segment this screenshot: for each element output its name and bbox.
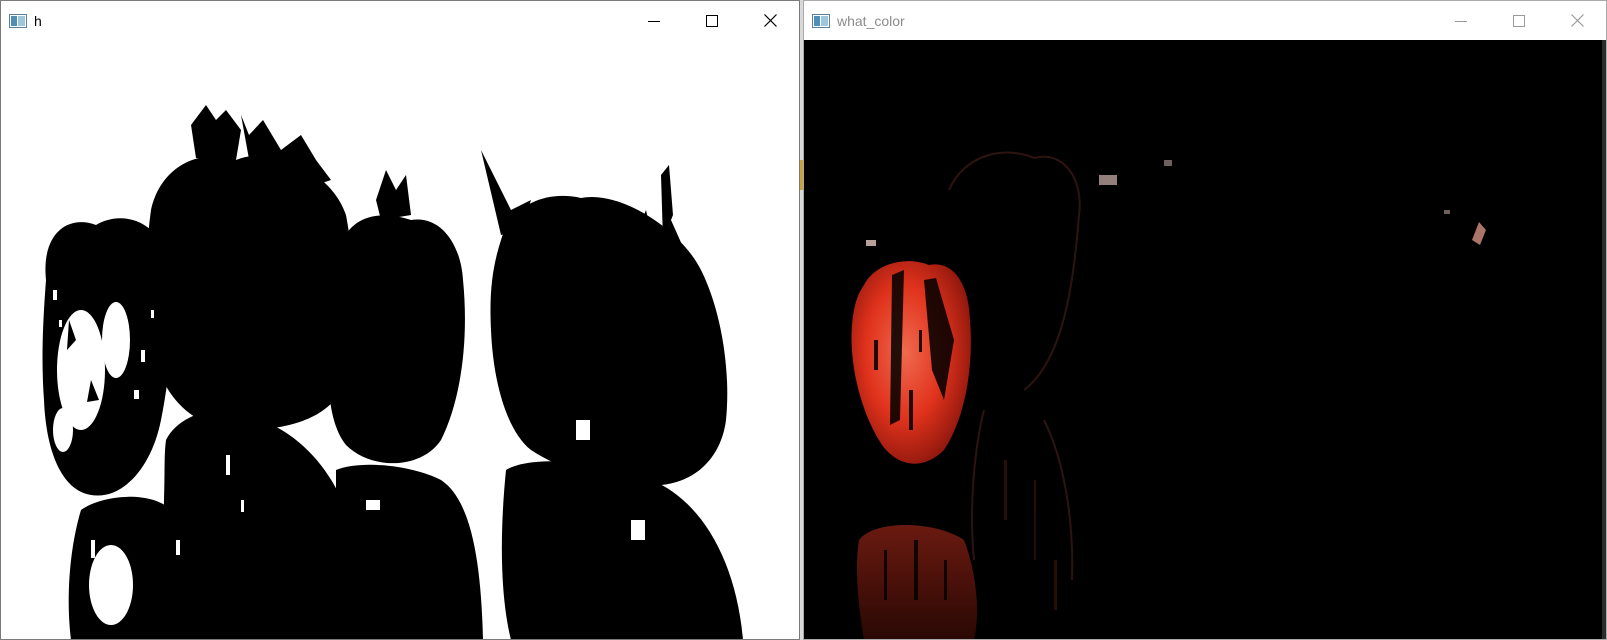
window-title: what_color: [837, 12, 905, 29]
color-mask-canvas: [804, 40, 1606, 639]
window-what-color[interactable]: what_color: [803, 0, 1607, 640]
window-controls: [1432, 1, 1606, 40]
close-icon: [763, 14, 777, 27]
window-h[interactable]: h: [0, 0, 800, 640]
threshold-image-canvas: [1, 40, 799, 639]
minimize-button[interactable]: [1432, 1, 1490, 40]
minimize-icon: [648, 20, 660, 22]
titlebar-h[interactable]: h: [1, 1, 799, 40]
minimize-icon: [1455, 20, 1467, 22]
desktop: h what_color: [0, 0, 1607, 640]
titlebar-what-color[interactable]: what_color: [804, 1, 1606, 40]
maximize-button[interactable]: [1490, 1, 1548, 40]
close-icon: [1570, 14, 1584, 27]
close-button[interactable]: [741, 1, 799, 40]
minimize-button[interactable]: [625, 1, 683, 40]
color-mask-image: [804, 40, 1606, 639]
window-controls: [625, 1, 799, 40]
maximize-icon: [706, 14, 718, 27]
maximize-button[interactable]: [683, 1, 741, 40]
close-button[interactable]: [1548, 1, 1606, 40]
maximize-icon: [1513, 14, 1525, 27]
opencv-window-icon: [9, 13, 27, 28]
window-border-right: [1602, 40, 1606, 639]
opencv-window-icon: [812, 13, 830, 28]
window-title: h: [34, 12, 42, 29]
threshold-image: [1, 40, 799, 639]
